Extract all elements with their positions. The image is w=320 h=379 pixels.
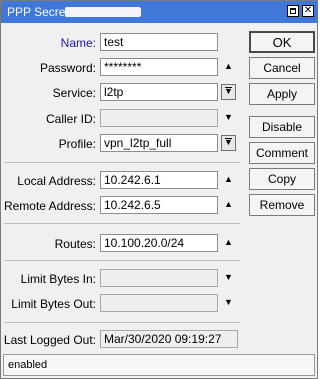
cancel-button[interactable]: Cancel (249, 57, 315, 79)
status-bar: enabled (3, 354, 315, 376)
title-bar[interactable]: PPP Secret ✕ (1, 1, 317, 23)
service-label: Service: (52, 86, 96, 100)
password-label: Password: (39, 61, 96, 75)
caller-id-label: Caller ID: (45, 112, 96, 126)
comment-button[interactable]: Comment (249, 142, 315, 164)
down-arrow-icon[interactable]: ▼ (223, 298, 234, 307)
separator (4, 322, 240, 323)
routes-label: Routes: (54, 237, 96, 251)
form-panel: Name: test Password: ******** ▲ Service:… (4, 26, 240, 352)
up-arrow-icon[interactable]: ▲ (223, 175, 234, 184)
down-arrow-icon[interactable]: ▼ (223, 273, 234, 282)
window-title: PPP Secret (7, 5, 69, 19)
redacted-title-text (65, 7, 141, 17)
service-select[interactable]: l2tp (100, 83, 218, 101)
up-arrow-icon[interactable]: ▲ (223, 200, 234, 209)
name-label: Name: (60, 36, 96, 50)
local-address-input[interactable]: 10.242.6.1 (100, 171, 218, 189)
remote-address-label: Remote Address: (3, 199, 96, 213)
caller-id-input[interactable] (100, 109, 218, 127)
remote-address-input[interactable]: 10.242.6.5 (100, 196, 218, 214)
name-input[interactable]: test (100, 33, 218, 51)
local-address-label: Local Address: (17, 174, 96, 188)
separator (4, 260, 240, 261)
last-logged-out-label: Last Logged Out: (3, 333, 96, 347)
separator (4, 162, 240, 163)
apply-button[interactable]: Apply (249, 83, 315, 105)
limit-bytes-out-label: Limit Bytes Out: (11, 297, 96, 311)
ok-button[interactable]: OK (249, 31, 315, 53)
separator (4, 223, 240, 224)
limit-bytes-in-input[interactable] (100, 269, 218, 287)
profile-label: Profile: (58, 137, 96, 151)
dropdown-icon[interactable]: ▼ (221, 84, 236, 100)
dropdown-icon[interactable]: ▼ (221, 135, 236, 151)
maximize-button[interactable] (287, 5, 299, 17)
routes-input[interactable]: 10.100.20.0/24 (100, 234, 218, 252)
down-arrow-icon[interactable]: ▼ (223, 113, 234, 122)
limit-bytes-out-input[interactable] (100, 294, 218, 312)
up-arrow-icon[interactable]: ▲ (223, 238, 234, 247)
close-button[interactable]: ✕ (302, 5, 314, 17)
ppp-secret-window: PPP Secret ✕ Name: test Password: ******… (0, 0, 318, 379)
up-arrow-icon[interactable]: ▲ (223, 62, 234, 71)
last-logged-out-value: Mar/30/2020 09:19:27 (100, 330, 238, 348)
copy-button[interactable]: Copy (249, 168, 315, 190)
limit-bytes-in-label: Limit Bytes In: (20, 272, 96, 286)
password-input[interactable]: ******** (100, 58, 218, 76)
profile-select[interactable]: vpn_l2tp_full (100, 134, 218, 152)
remove-button[interactable]: Remove (249, 194, 315, 216)
disable-button[interactable]: Disable (249, 116, 315, 138)
